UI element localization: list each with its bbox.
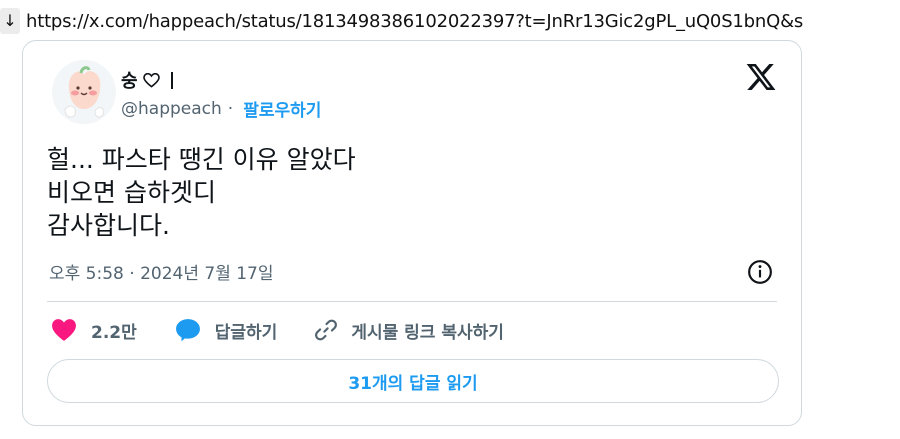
down-arrow-icon: ↓ xyxy=(0,8,20,34)
author-name-row[interactable]: 숭 xyxy=(121,67,173,93)
info-icon[interactable] xyxy=(747,259,773,285)
reply-button[interactable]: 답글하기 xyxy=(175,318,278,343)
follow-button[interactable]: 팔로우하기 xyxy=(243,96,321,121)
tweet-text-line: 감사합니다. xyxy=(47,211,170,240)
heart-outline-icon xyxy=(142,72,160,88)
tweet-text-line: 비오면 습하겟디 xyxy=(47,178,216,207)
link-icon xyxy=(315,319,338,341)
author-handle[interactable]: @happeach xyxy=(121,99,222,119)
tweet-timestamp[interactable]: 오후 5:58 · 2024년 7월 17일 xyxy=(49,259,274,284)
author-handle-row: @happeach · 팔로우하기 xyxy=(121,96,321,122)
source-url[interactable]: https://x.com/happeach/status/1813498386… xyxy=(26,11,803,32)
tweet-text: 헐... 파스타 땡긴 이유 알았다 비오면 습하겟디 감사합니다. xyxy=(47,143,356,242)
copy-link-button[interactable]: 게시물 링크 복사하기 xyxy=(313,317,504,343)
source-url-line: ↓ https://x.com/happeach/status/18134983… xyxy=(0,6,803,36)
x-logo-icon[interactable] xyxy=(745,61,777,93)
avatar[interactable] xyxy=(51,59,117,125)
embedded-tweet-card: 숭 @happeach · 팔로우하기 헐... 파스타 땡긴 이유 알았다 비… xyxy=(22,40,802,426)
read-replies-button[interactable]: 31개의 답글 읽기 xyxy=(47,359,779,403)
speech-bubble-icon xyxy=(175,319,200,342)
tweet-text-line: 헐... 파스타 땡긴 이유 알았다 xyxy=(47,145,356,174)
copy-link-label: 게시물 링크 복사하기 xyxy=(351,322,504,343)
handle-separator: · xyxy=(227,98,234,119)
name-divider-bar xyxy=(170,71,173,89)
author-name[interactable]: 숭 xyxy=(121,67,138,93)
like-button[interactable]: 2.2만 xyxy=(51,318,137,343)
like-count: 2.2만 xyxy=(91,322,137,343)
reply-label: 답글하기 xyxy=(214,322,278,343)
tweet-actions: 2.2만 답글하기 게시물 링크 복사하기 xyxy=(51,317,504,343)
heart-icon xyxy=(52,319,76,341)
divider xyxy=(47,301,777,302)
